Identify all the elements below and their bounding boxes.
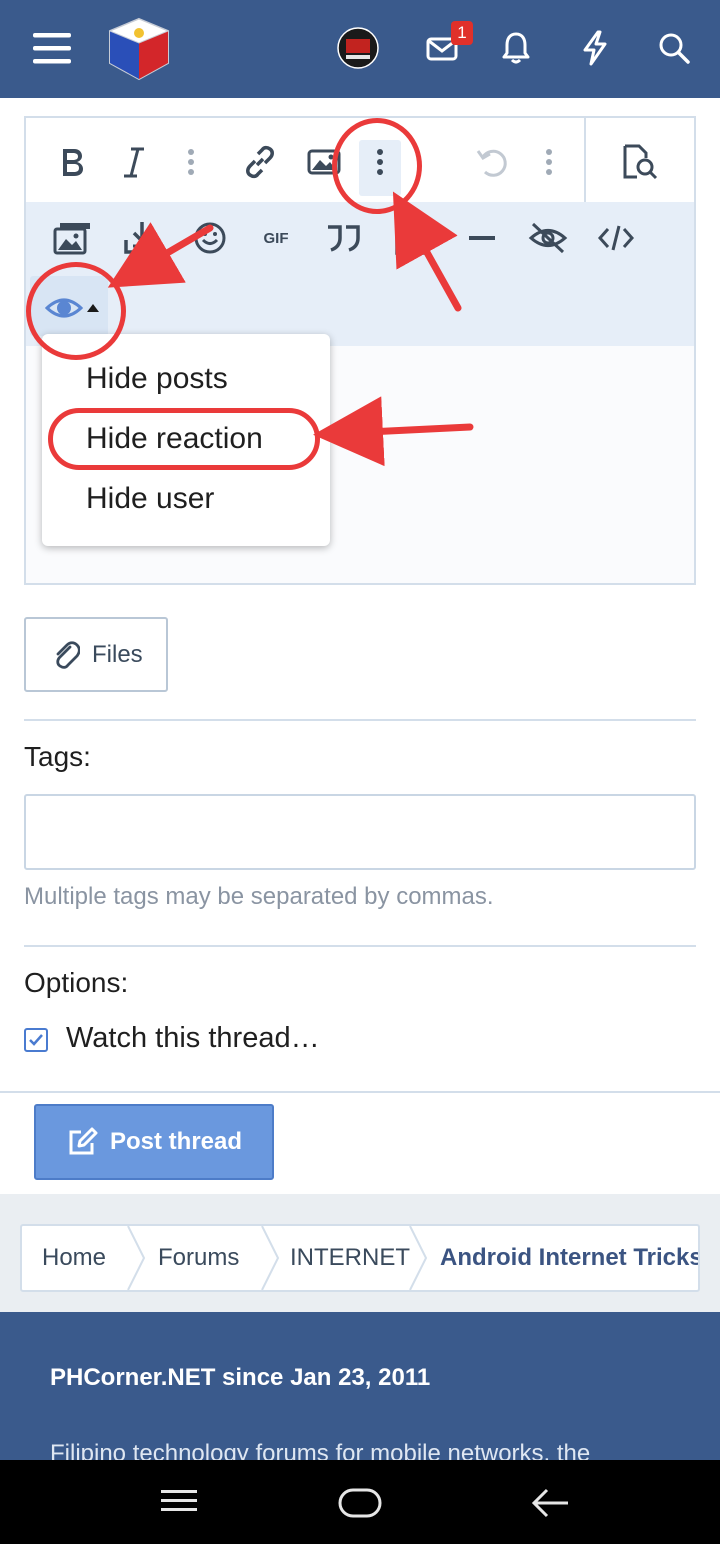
breadcrumb-internet[interactable]: INTERNET — [290, 1226, 410, 1290]
post-thread-label: Post thread — [109, 1128, 243, 1155]
menu-icon[interactable] — [28, 26, 76, 70]
files-button-label: Files — [92, 640, 143, 668]
lightning-icon[interactable] — [578, 28, 612, 68]
files-button[interactable]: Files — [24, 617, 168, 692]
chevron-right-icon — [409, 1226, 428, 1290]
tags-label: Tags: — [24, 741, 91, 772]
bell-icon[interactable] — [498, 28, 534, 68]
back-icon[interactable] — [530, 1486, 570, 1520]
hr-icon[interactable] — [460, 216, 504, 260]
annotation-circle-eye — [26, 262, 126, 360]
media-icon[interactable] — [50, 216, 94, 260]
more-vertical-icon[interactable] — [176, 138, 206, 186]
tags-input[interactable] — [24, 794, 696, 870]
editor-toolbar-secondary: GIF — [26, 202, 694, 346]
quote-icon[interactable] — [322, 216, 366, 260]
link-icon[interactable] — [238, 138, 282, 186]
footer-title: PHCorner.NET since Jan 23, 2011 — [50, 1364, 431, 1391]
code-icon[interactable] — [594, 216, 638, 260]
preview-icon[interactable] — [618, 138, 662, 186]
breadcrumb-home[interactable]: Home — [42, 1226, 106, 1290]
insert-icon[interactable] — [120, 216, 164, 260]
edit-icon — [66, 1127, 98, 1157]
paperclip-icon — [52, 639, 80, 671]
breadcrumb-current[interactable]: Android Internet Tricks — [440, 1226, 698, 1290]
top-bar: 1 — [0, 0, 720, 98]
chevron-right-icon — [261, 1226, 280, 1290]
recent-apps-icon[interactable] — [160, 1488, 200, 1518]
smilie-icon[interactable] — [188, 216, 232, 260]
search-icon[interactable] — [654, 28, 694, 68]
home-icon[interactable] — [338, 1488, 382, 1518]
italic-icon[interactable] — [114, 138, 154, 186]
annotation-circle-hide-reaction — [48, 408, 320, 470]
post-thread-button[interactable]: Post thread — [34, 1104, 274, 1180]
menu-item-hide-posts[interactable]: Hide posts — [86, 362, 228, 396]
divider — [24, 719, 696, 721]
site-logo[interactable] — [104, 14, 174, 84]
chevron-right-icon — [127, 1226, 146, 1290]
divider — [0, 1091, 720, 1093]
tags-hint: Multiple tags may be separated by commas… — [24, 883, 494, 910]
breadcrumb: Home Forums INTERNET Android Internet Tr… — [20, 1224, 700, 1292]
site-footer: PHCorner.NET since Jan 23, 2011 Filipino… — [0, 1312, 720, 1460]
spoiler-icon[interactable] — [526, 216, 570, 260]
menu-item-hide-user[interactable]: Hide user — [86, 482, 214, 516]
toolbar-divider — [584, 118, 586, 202]
watch-thread-label[interactable]: Watch this thread… — [66, 1022, 320, 1055]
gif-icon[interactable]: GIF — [254, 216, 298, 260]
watch-thread-checkbox[interactable] — [24, 1028, 48, 1052]
annotation-circle-more — [332, 118, 422, 214]
unread-badge: 1 — [451, 21, 473, 45]
breadcrumb-forums[interactable]: Forums — [158, 1226, 239, 1290]
more-vertical-icon[interactable] — [534, 138, 564, 186]
avatar[interactable] — [336, 26, 380, 70]
table-icon[interactable] — [390, 216, 434, 260]
system-nav-bar — [0, 1460, 720, 1544]
footer-description: Filipino technology forums for mobile ne… — [50, 1440, 591, 1460]
divider — [24, 945, 696, 947]
undo-icon[interactable] — [472, 138, 512, 186]
bold-icon[interactable] — [52, 138, 92, 186]
options-label: Options: — [24, 967, 129, 998]
